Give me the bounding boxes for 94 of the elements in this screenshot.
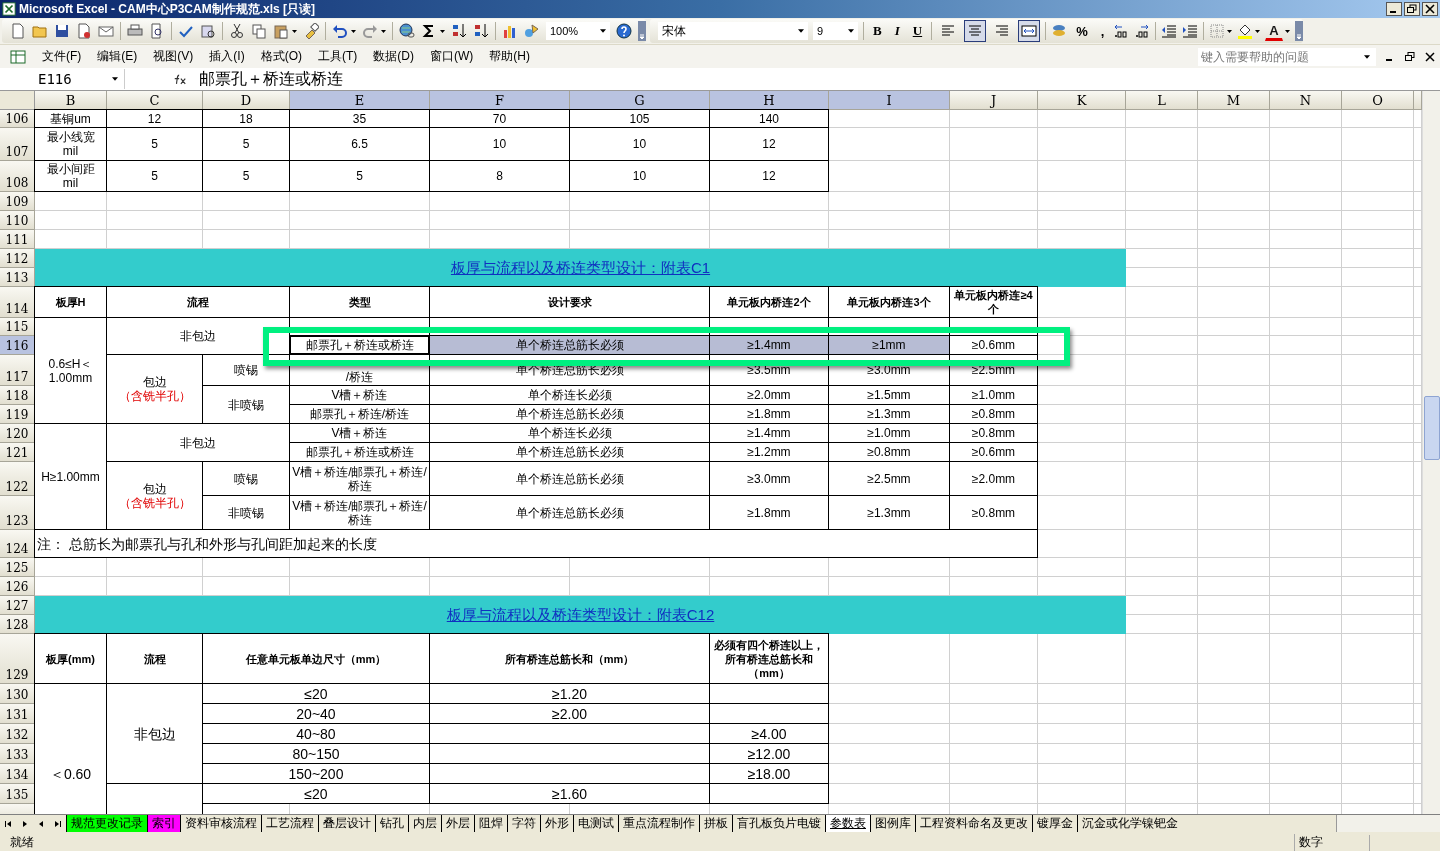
- row-header[interactable]: 126: [0, 577, 35, 596]
- table-cell: 最小间距 mil: [34, 160, 107, 192]
- table-cell: ≤20: [202, 783, 430, 804]
- row-header[interactable]: 115: [0, 318, 35, 336]
- menu-item[interactable]: 工具(T): [310, 48, 366, 65]
- cell-text: 包边: [142, 375, 167, 389]
- header-cell: 类型: [289, 286, 430, 318]
- style-button[interactable]: U: [908, 21, 927, 41]
- row-header[interactable]: 109: [0, 192, 35, 211]
- column-header[interactable]: J: [950, 91, 1038, 110]
- menu-item[interactable]: 窗口(W): [422, 48, 482, 65]
- name-box[interactable]: E116: [0, 69, 125, 89]
- column-header[interactable]: I: [829, 91, 950, 110]
- cell-note: （含铣半孔）: [118, 389, 191, 403]
- header-cell: 板厚(mm): [34, 633, 107, 684]
- table-cell: 非包边: [106, 423, 290, 462]
- formula-field[interactable]: 邮票孔＋桥连或桥连: [199, 68, 343, 90]
- sheet-tab[interactable]: 参数表: [825, 815, 870, 832]
- style-button[interactable]: B: [869, 21, 886, 41]
- menu-item[interactable]: 文件(F): [34, 48, 90, 65]
- header-cell: 任意单元板单边尺寸（mm）: [202, 633, 430, 684]
- font-color-button[interactable]: A: [1265, 21, 1283, 41]
- header-cell: 单元板内桥连2个: [709, 286, 829, 318]
- zoom-box[interactable]: 100%: [546, 22, 610, 40]
- table-cell: 邮票孔＋桥连或桥连: [289, 335, 430, 355]
- header-cell: 设计要求: [429, 286, 710, 318]
- row-header[interactable]: 127: [0, 596, 35, 615]
- row-header[interactable]: 124: [0, 530, 35, 558]
- cell-text: 包边: [142, 481, 167, 496]
- table-cell: 非包边: [106, 317, 290, 355]
- menu-item[interactable]: 数据(D): [365, 48, 422, 65]
- row-header[interactable]: 123: [0, 496, 35, 530]
- row-header[interactable]: 129: [0, 634, 35, 684]
- column-header[interactable]: L: [1126, 91, 1198, 110]
- row-header[interactable]: 122: [0, 462, 35, 496]
- row-header[interactable]: 110: [0, 211, 35, 230]
- column-header[interactable]: M: [1198, 91, 1270, 110]
- row-header[interactable]: 119: [0, 405, 35, 424]
- sheet-tab[interactable]: 规范更改记录: [66, 815, 147, 832]
- row-header[interactable]: 112: [0, 249, 35, 268]
- row-header[interactable]: 135: [0, 784, 35, 804]
- column-header[interactable]: N: [1270, 91, 1342, 110]
- row-header[interactable]: 128: [0, 615, 35, 634]
- status-text: 就绪: [10, 834, 34, 851]
- column-header[interactable]: O: [1342, 91, 1414, 110]
- table-cell: 单个桥连总筋长必须: [429, 335, 710, 355]
- row-header[interactable]: 106: [0, 110, 35, 128]
- menu-item[interactable]: 插入(I): [201, 48, 253, 65]
- row-header[interactable]: 134: [0, 764, 35, 784]
- row-header[interactable]: 111: [0, 230, 35, 249]
- table-cell: 0.6≤H＜1.00mm: [34, 317, 107, 424]
- row-header[interactable]: 130: [0, 684, 35, 704]
- table-cell: ＜0.60: [34, 683, 107, 814]
- percent-button[interactable]: %: [1072, 21, 1092, 41]
- header-cell: 流程: [106, 286, 290, 318]
- comma-button[interactable]: ,: [1096, 21, 1109, 41]
- column-header[interactable]: K: [1038, 91, 1126, 110]
- status-text: 数字: [1294, 834, 1369, 851]
- row-header[interactable]: 132: [0, 724, 35, 744]
- header-cell: 板厚H: [34, 286, 107, 318]
- menu-item[interactable]: 帮助(H): [481, 48, 538, 65]
- table-cell: ≥1mm: [828, 335, 950, 355]
- table-cell: 12: [709, 160, 829, 192]
- note-text: 注： 总筋长为邮票孔与孔和外形与孔间距加起来的长度: [34, 529, 1038, 558]
- table-cell: ≥1.4mm: [709, 335, 829, 355]
- window-title: Microsoft Excel - CAM中心P3CAM制作规范.xls [只读]: [19, 0, 316, 18]
- section-title[interactable]: 板厚与流程以及桥连类型设计：附表C12: [35, 596, 1126, 634]
- table-cell: ≥1.60: [429, 783, 710, 804]
- cell-note: （含铣半孔）: [118, 495, 191, 510]
- row-header[interactable]: 108: [0, 161, 35, 192]
- row-header[interactable]: 114: [0, 287, 35, 318]
- font-box[interactable]: 宋体: [658, 22, 808, 40]
- row-header[interactable]: 107: [0, 128, 35, 161]
- row-header[interactable]: 113: [0, 268, 35, 287]
- row-header[interactable]: 133: [0, 744, 35, 764]
- font-size-box[interactable]: 9: [813, 22, 858, 40]
- header-cell: 必须有四个桥连以上，所有桥连总筋长和（mm）: [709, 633, 829, 684]
- section-title[interactable]: 板厚与流程以及桥连类型设计：附表C1: [35, 249, 1126, 287]
- sheet-tab[interactable]: 索引: [147, 815, 180, 832]
- row-header[interactable]: 116: [0, 336, 35, 355]
- help-search-field[interactable]: 键入需要帮助的问题: [1198, 47, 1376, 66]
- row-header[interactable]: 125: [0, 558, 35, 577]
- table-cell: H≥1.00mm: [34, 423, 107, 530]
- row-header[interactable]: 120: [0, 424, 35, 443]
- row-header[interactable]: 121: [0, 443, 35, 462]
- style-button[interactable]: I: [890, 21, 904, 41]
- menu-item[interactable]: 编辑(E): [89, 48, 146, 65]
- row-header[interactable]: 117: [0, 355, 35, 386]
- row-header[interactable]: 118: [0, 386, 35, 405]
- menu-item[interactable]: 格式(O): [252, 48, 310, 65]
- header-cell: 单元板内桥连≥4个: [949, 286, 1038, 318]
- header-cell: 所有桥连总筋长和（mm）: [429, 633, 710, 684]
- menu-item[interactable]: 视图(V): [145, 48, 202, 65]
- row-header[interactable]: 131: [0, 704, 35, 724]
